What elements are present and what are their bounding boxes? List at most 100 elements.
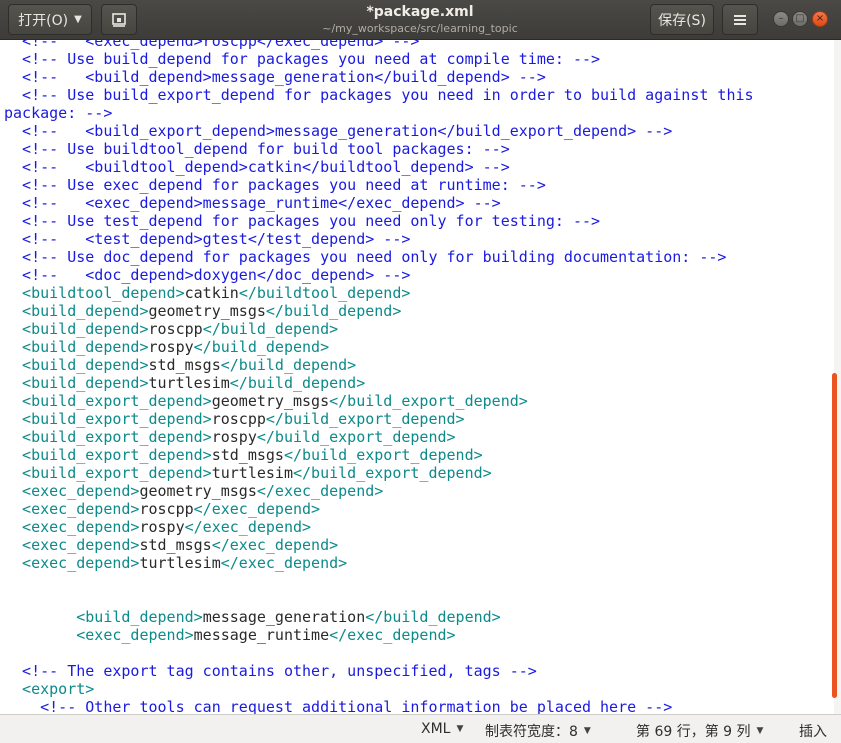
code-line[interactable]: <build_depend>geometry_msgs</build_depen… bbox=[4, 302, 754, 320]
code-token: rospy bbox=[139, 518, 185, 536]
code-line[interactable]: <build_depend>roscpp</build_depend> bbox=[4, 320, 754, 338]
code-line[interactable]: <exec_depend>roscpp</exec_depend> bbox=[4, 500, 754, 518]
code-token: <build_depend> bbox=[4, 356, 149, 374]
code-token: geometry_msgs bbox=[211, 392, 330, 410]
code-token: <!-- <exec_depend>roscpp</exec_depend> -… bbox=[4, 40, 420, 50]
code-line[interactable]: <export> bbox=[4, 680, 754, 698]
code-line[interactable]: <!-- <buildtool_depend>catkin</buildtool… bbox=[4, 158, 754, 176]
code-line[interactable]: <exec_depend>std_msgs</exec_depend> bbox=[4, 536, 754, 554]
code-token: std_msgs bbox=[211, 446, 284, 464]
code-line[interactable] bbox=[4, 590, 754, 608]
code-token: <!-- <build_export_depend>message_genera… bbox=[4, 122, 673, 140]
code-line[interactable]: <!-- The export tag contains other, unsp… bbox=[4, 662, 754, 680]
cursor-position[interactable]: 第 69 行，第 9 列 ▼ bbox=[636, 721, 763, 741]
code-token: <exec_depend> bbox=[4, 500, 140, 518]
code-line[interactable]: <!-- Use build_export_depend for package… bbox=[4, 86, 754, 104]
code-line[interactable]: <build_depend>std_msgs</build_depend> bbox=[4, 356, 754, 374]
code-token: <exec_depend> bbox=[4, 536, 140, 554]
code-line[interactable]: <!-- Use exec_depend for packages you ne… bbox=[4, 176, 754, 194]
code-token: turtlesim bbox=[211, 464, 293, 482]
code-line[interactable]: <exec_depend>geometry_msgs</exec_depend> bbox=[4, 482, 754, 500]
code-token: <build_depend> bbox=[4, 374, 149, 392]
code-token: <!-- <build_depend>message_generation</b… bbox=[4, 68, 546, 86]
code-line[interactable]: <!-- <test_depend>gtest</test_depend> --… bbox=[4, 230, 754, 248]
chevron-down-icon: ▼ bbox=[74, 14, 82, 25]
code-token: <build_depend> bbox=[4, 302, 149, 320]
open-button-label: 打开(O) bbox=[18, 12, 69, 29]
code-token: </build_depend> bbox=[220, 356, 357, 374]
code-token: <build_depend> bbox=[4, 338, 149, 356]
save-button[interactable]: 保存(S) bbox=[650, 4, 714, 35]
code-line[interactable]: <build_export_depend>turtlesim</build_ex… bbox=[4, 464, 754, 482]
window-subtitle: ~/my_workspace/src/learning_topic bbox=[322, 22, 518, 35]
code-line[interactable]: <build_export_depend>geometry_msgs</buil… bbox=[4, 392, 754, 410]
tab-width-label: 制表符宽度：8 bbox=[485, 724, 578, 740]
code-token: <!-- Use doc_depend for packages you nee… bbox=[4, 248, 727, 266]
code-token: std_msgs bbox=[148, 356, 221, 374]
code-line[interactable]: <build_depend>message_generation</build_… bbox=[4, 608, 754, 626]
chevron-down-icon: ▼ bbox=[756, 726, 764, 736]
code-line[interactable]: package: --> bbox=[4, 104, 754, 122]
hamburger-menu-icon bbox=[734, 14, 746, 25]
code-token: </build_export_depend> bbox=[329, 392, 528, 410]
code-token: message_generation bbox=[202, 608, 366, 626]
language-selector[interactable]: XML ▼ bbox=[421, 721, 463, 737]
code-line[interactable]: <exec_depend>turtlesim</exec_depend> bbox=[4, 554, 754, 572]
code-token: <build_export_depend> bbox=[4, 428, 212, 446]
code-token: </exec_depend> bbox=[211, 536, 339, 554]
code-token: </exec_depend> bbox=[329, 626, 456, 644]
minimize-icon[interactable]: – bbox=[773, 11, 789, 27]
window-title: *package.xml bbox=[366, 4, 474, 20]
text-editor-area[interactable]: <!-- <exec_depend>roscpp</exec_depend> -… bbox=[0, 40, 834, 714]
code-line[interactable]: <exec_depend>message_runtime</exec_depen… bbox=[4, 626, 754, 644]
language-label: XML bbox=[421, 721, 451, 737]
code-line[interactable]: <!-- Use doc_depend for packages you nee… bbox=[4, 248, 754, 266]
scrollbar-thumb[interactable] bbox=[832, 373, 837, 698]
menu-button[interactable] bbox=[722, 4, 758, 35]
code-token: <!-- Other tools can request additional … bbox=[4, 698, 673, 714]
code-token: roscpp bbox=[211, 410, 266, 428]
new-tab-button[interactable] bbox=[101, 4, 137, 35]
code-line[interactable]: <!-- Use build_depend for packages you n… bbox=[4, 50, 754, 68]
code-line[interactable]: <build_depend>turtlesim</build_depend> bbox=[4, 374, 754, 392]
code-token: package: --> bbox=[4, 104, 113, 122]
code-token: </build_export_depend> bbox=[293, 464, 492, 482]
code-token: <!-- Use exec_depend for packages you ne… bbox=[4, 176, 546, 194]
code-line[interactable]: <build_depend>rospy</build_depend> bbox=[4, 338, 754, 356]
code-line[interactable]: <buildtool_depend>catkin</buildtool_depe… bbox=[4, 284, 754, 302]
code-token: </exec_depend> bbox=[193, 500, 321, 518]
code-line[interactable]: <!-- <doc_depend>doxygen</doc_depend> --… bbox=[4, 266, 754, 284]
code-line[interactable]: <!-- <exec_depend>roscpp</exec_depend> -… bbox=[4, 40, 754, 50]
code-view[interactable]: <!-- <exec_depend>roscpp</exec_depend> -… bbox=[4, 40, 754, 714]
code-line[interactable]: <build_export_depend>rospy</build_export… bbox=[4, 428, 754, 446]
code-line[interactable]: <!-- <exec_depend>message_runtime</exec_… bbox=[4, 194, 754, 212]
code-line[interactable]: <!-- Use test_depend for packages you ne… bbox=[4, 212, 754, 230]
code-line[interactable]: <exec_depend>rospy</exec_depend> bbox=[4, 518, 754, 536]
code-line[interactable]: <!-- <build_export_depend>message_genera… bbox=[4, 122, 754, 140]
close-icon[interactable]: × bbox=[812, 11, 828, 27]
save-button-label: 保存(S) bbox=[658, 12, 706, 29]
code-token: geometry_msgs bbox=[148, 302, 266, 320]
code-line[interactable]: <!-- Other tools can request additional … bbox=[4, 698, 754, 714]
code-token: <exec_depend> bbox=[4, 554, 140, 572]
code-line[interactable]: <build_export_depend>std_msgs</build_exp… bbox=[4, 446, 754, 464]
code-token: <!-- <test_depend>gtest</test_depend> --… bbox=[4, 230, 411, 248]
code-line[interactable] bbox=[4, 572, 754, 590]
code-token: </build_depend> bbox=[193, 338, 330, 356]
code-token: </buildtool_depend> bbox=[238, 284, 411, 302]
chevron-down-icon: ▼ bbox=[583, 726, 591, 736]
code-token: </build_depend> bbox=[365, 608, 501, 626]
code-token: <!-- Use test_depend for packages you ne… bbox=[4, 212, 601, 230]
code-token: </exec_depend> bbox=[220, 554, 348, 572]
code-line[interactable]: <!-- Use buildtool_depend for build tool… bbox=[4, 140, 754, 158]
code-line[interactable]: <build_export_depend>roscpp</build_expor… bbox=[4, 410, 754, 428]
code-token: <buildtool_depend> bbox=[4, 284, 185, 302]
open-button[interactable]: 打开(O) ▼ bbox=[8, 4, 92, 35]
chevron-down-icon: ▼ bbox=[456, 724, 464, 734]
tab-width-selector[interactable]: 制表符宽度：8 ▼ bbox=[485, 721, 591, 741]
insert-mode: 插入 bbox=[799, 721, 827, 741]
code-line[interactable] bbox=[4, 644, 754, 662]
code-line[interactable]: <!-- <build_depend>message_generation</b… bbox=[4, 68, 754, 86]
maximize-icon[interactable]: □ bbox=[792, 11, 808, 27]
